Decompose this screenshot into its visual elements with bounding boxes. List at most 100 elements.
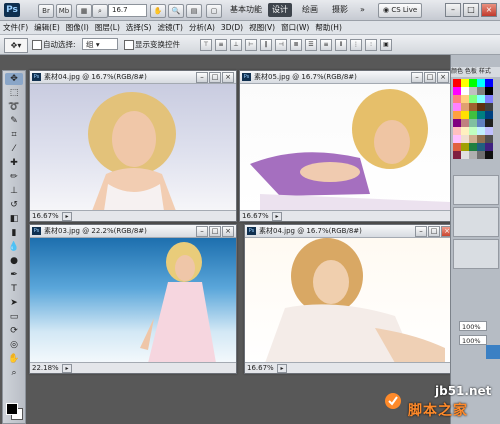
document-2-zoom[interactable]: 16.67% xyxy=(242,211,269,221)
swatch[interactable] xyxy=(477,143,485,151)
layer-opacity-field[interactable]: 100% xyxy=(459,321,487,331)
maximize-icon[interactable]: □ xyxy=(209,72,221,83)
swatch[interactable] xyxy=(477,87,485,95)
minimize-icon[interactable]: – xyxy=(445,3,461,17)
swatch[interactable] xyxy=(477,79,485,87)
close-icon[interactable]: × xyxy=(481,3,497,17)
layer-fill-field[interactable]: 100% xyxy=(459,335,487,345)
hand-tool-icon[interactable]: ✋ xyxy=(5,353,23,365)
3d-rotate-tool-icon[interactable]: ⟳ xyxy=(5,325,23,337)
auto-align-icon[interactable]: ▣ xyxy=(380,39,392,51)
swatch[interactable] xyxy=(469,79,477,87)
swatch[interactable] xyxy=(485,87,493,95)
close-icon[interactable]: × xyxy=(437,72,449,83)
zoom-tool-icon[interactable]: ⌕ xyxy=(5,367,23,379)
status-menu-icon[interactable]: ▸ xyxy=(272,212,282,221)
crop-tool-icon[interactable]: ⌗ xyxy=(5,129,23,141)
menu-edit[interactable]: 编辑(E) xyxy=(31,21,63,34)
workspace-essentials[interactable]: 基本功能 xyxy=(226,3,266,17)
document-3-titlebar[interactable]: Ps 素材03.jpg @ 22.2%(RGB/8#) – □ × xyxy=(30,225,236,238)
swatch[interactable] xyxy=(485,143,493,151)
document-window-3[interactable]: Ps 素材03.jpg @ 22.2%(RGB/8#) – □ × 22.18%… xyxy=(29,224,237,374)
workspace-photography[interactable]: 摄影 xyxy=(328,3,352,17)
maximize-icon[interactable]: □ xyxy=(463,3,479,17)
swatch[interactable] xyxy=(485,79,493,87)
distribute-top-icon[interactable]: ≣ xyxy=(290,39,302,51)
swatch[interactable] xyxy=(453,143,461,151)
swatch[interactable] xyxy=(453,119,461,127)
document-2-titlebar[interactable]: Ps 素材05.jpg @ 16.7%(RGB/8#) – □ × xyxy=(240,71,451,84)
swatch[interactable] xyxy=(469,87,477,95)
eraser-tool-icon[interactable]: ◧ xyxy=(5,213,23,225)
auto-select-checkbox[interactable] xyxy=(32,40,42,50)
view-extras-icon[interactable]: ▦ xyxy=(76,4,92,18)
status-menu-icon[interactable]: ▸ xyxy=(277,364,287,373)
gradient-tool-icon[interactable]: ▮ xyxy=(5,227,23,239)
document-4-zoom[interactable]: 16.67% xyxy=(247,363,274,373)
zoom-level-icon[interactable]: ⌕ xyxy=(92,4,108,18)
align-bottom-icon[interactable]: ⊥ xyxy=(230,39,242,51)
swatch[interactable] xyxy=(477,151,485,159)
swatch[interactable] xyxy=(461,79,469,87)
blur-tool-icon[interactable]: 💧 xyxy=(5,241,23,253)
align-right-icon[interactable]: ⊣ xyxy=(275,39,287,51)
swatch[interactable] xyxy=(485,127,493,135)
minimize-icon[interactable]: – xyxy=(196,226,208,237)
swatch[interactable] xyxy=(469,143,477,151)
swatch[interactable] xyxy=(453,95,461,103)
workspace-painting[interactable]: 绘画 xyxy=(298,3,322,17)
history-brush-tool-icon[interactable]: ↺ xyxy=(5,199,23,211)
document-1-canvas[interactable] xyxy=(30,84,236,211)
menu-select[interactable]: 选择(S) xyxy=(123,21,155,34)
swatch[interactable] xyxy=(477,111,485,119)
minimize-icon[interactable]: – xyxy=(196,72,208,83)
status-menu-icon[interactable]: ▸ xyxy=(62,212,72,221)
distribute-vcenter-icon[interactable]: ☰ xyxy=(305,39,317,51)
menu-view[interactable]: 视图(V) xyxy=(246,21,278,34)
document-1-zoom[interactable]: 16.67% xyxy=(32,211,59,221)
menu-analysis[interactable]: 分析(A) xyxy=(186,21,218,34)
minimize-icon[interactable]: – xyxy=(415,226,427,237)
menu-layer[interactable]: 图层(L) xyxy=(92,21,123,34)
document-3-zoom[interactable]: 22.18% xyxy=(32,363,59,373)
eyedropper-tool-icon[interactable]: ⁄ xyxy=(5,143,23,155)
swatch[interactable] xyxy=(485,135,493,143)
workspace-design[interactable]: 设计 xyxy=(268,3,292,17)
3d-orbit-tool-icon[interactable]: ◎ xyxy=(5,339,23,351)
maximize-icon[interactable]: □ xyxy=(424,72,436,83)
clone-stamp-tool-icon[interactable]: ⊥ xyxy=(5,185,23,197)
color-swatches-tabs[interactable]: 颜色 色板 样式 xyxy=(451,67,500,77)
more-workspaces-button[interactable]: » xyxy=(356,3,369,17)
swatch[interactable] xyxy=(469,119,477,127)
swatch[interactable] xyxy=(461,135,469,143)
maximize-icon[interactable]: □ xyxy=(209,226,221,237)
layer-thumbnail[interactable] xyxy=(486,345,500,359)
document-4-titlebar[interactable]: Ps 素材04.jpg @ 16.7%(RGB/8#) – □ × xyxy=(245,225,455,238)
swatch[interactable] xyxy=(461,151,469,159)
menu-3d[interactable]: 3D(D) xyxy=(218,21,246,34)
swatch[interactable] xyxy=(453,111,461,119)
brush-tool-icon[interactable]: ✏ xyxy=(5,171,23,183)
swatch[interactable] xyxy=(485,119,493,127)
align-vcenter-icon[interactable]: ≡ xyxy=(215,39,227,51)
bridge-icon[interactable]: Br xyxy=(38,4,54,18)
minimize-icon[interactable]: – xyxy=(411,72,423,83)
pen-tool-icon[interactable]: ✒ xyxy=(5,269,23,281)
distribute-left-icon[interactable]: ⫴ xyxy=(335,39,347,51)
align-hcenter-icon[interactable]: ‖ xyxy=(260,39,272,51)
distribute-hcenter-icon[interactable]: ⋮ xyxy=(350,39,362,51)
swatch[interactable] xyxy=(453,135,461,143)
swatch[interactable] xyxy=(461,103,469,111)
healing-brush-tool-icon[interactable]: ✚ xyxy=(5,157,23,169)
align-top-icon[interactable]: ⊤ xyxy=(200,39,212,51)
menu-filter[interactable]: 滤镜(T) xyxy=(155,21,186,34)
swatch[interactable] xyxy=(469,127,477,135)
swatch[interactable] xyxy=(453,87,461,95)
swatch[interactable] xyxy=(461,127,469,135)
swatch[interactable] xyxy=(469,151,477,159)
status-menu-icon[interactable]: ▸ xyxy=(62,364,72,373)
cs-live-button[interactable]: ◉ CS Live xyxy=(378,3,423,18)
move-tool-preset-icon[interactable]: ✥▾ xyxy=(4,38,28,53)
swatch[interactable] xyxy=(461,111,469,119)
close-icon[interactable]: × xyxy=(222,226,234,237)
